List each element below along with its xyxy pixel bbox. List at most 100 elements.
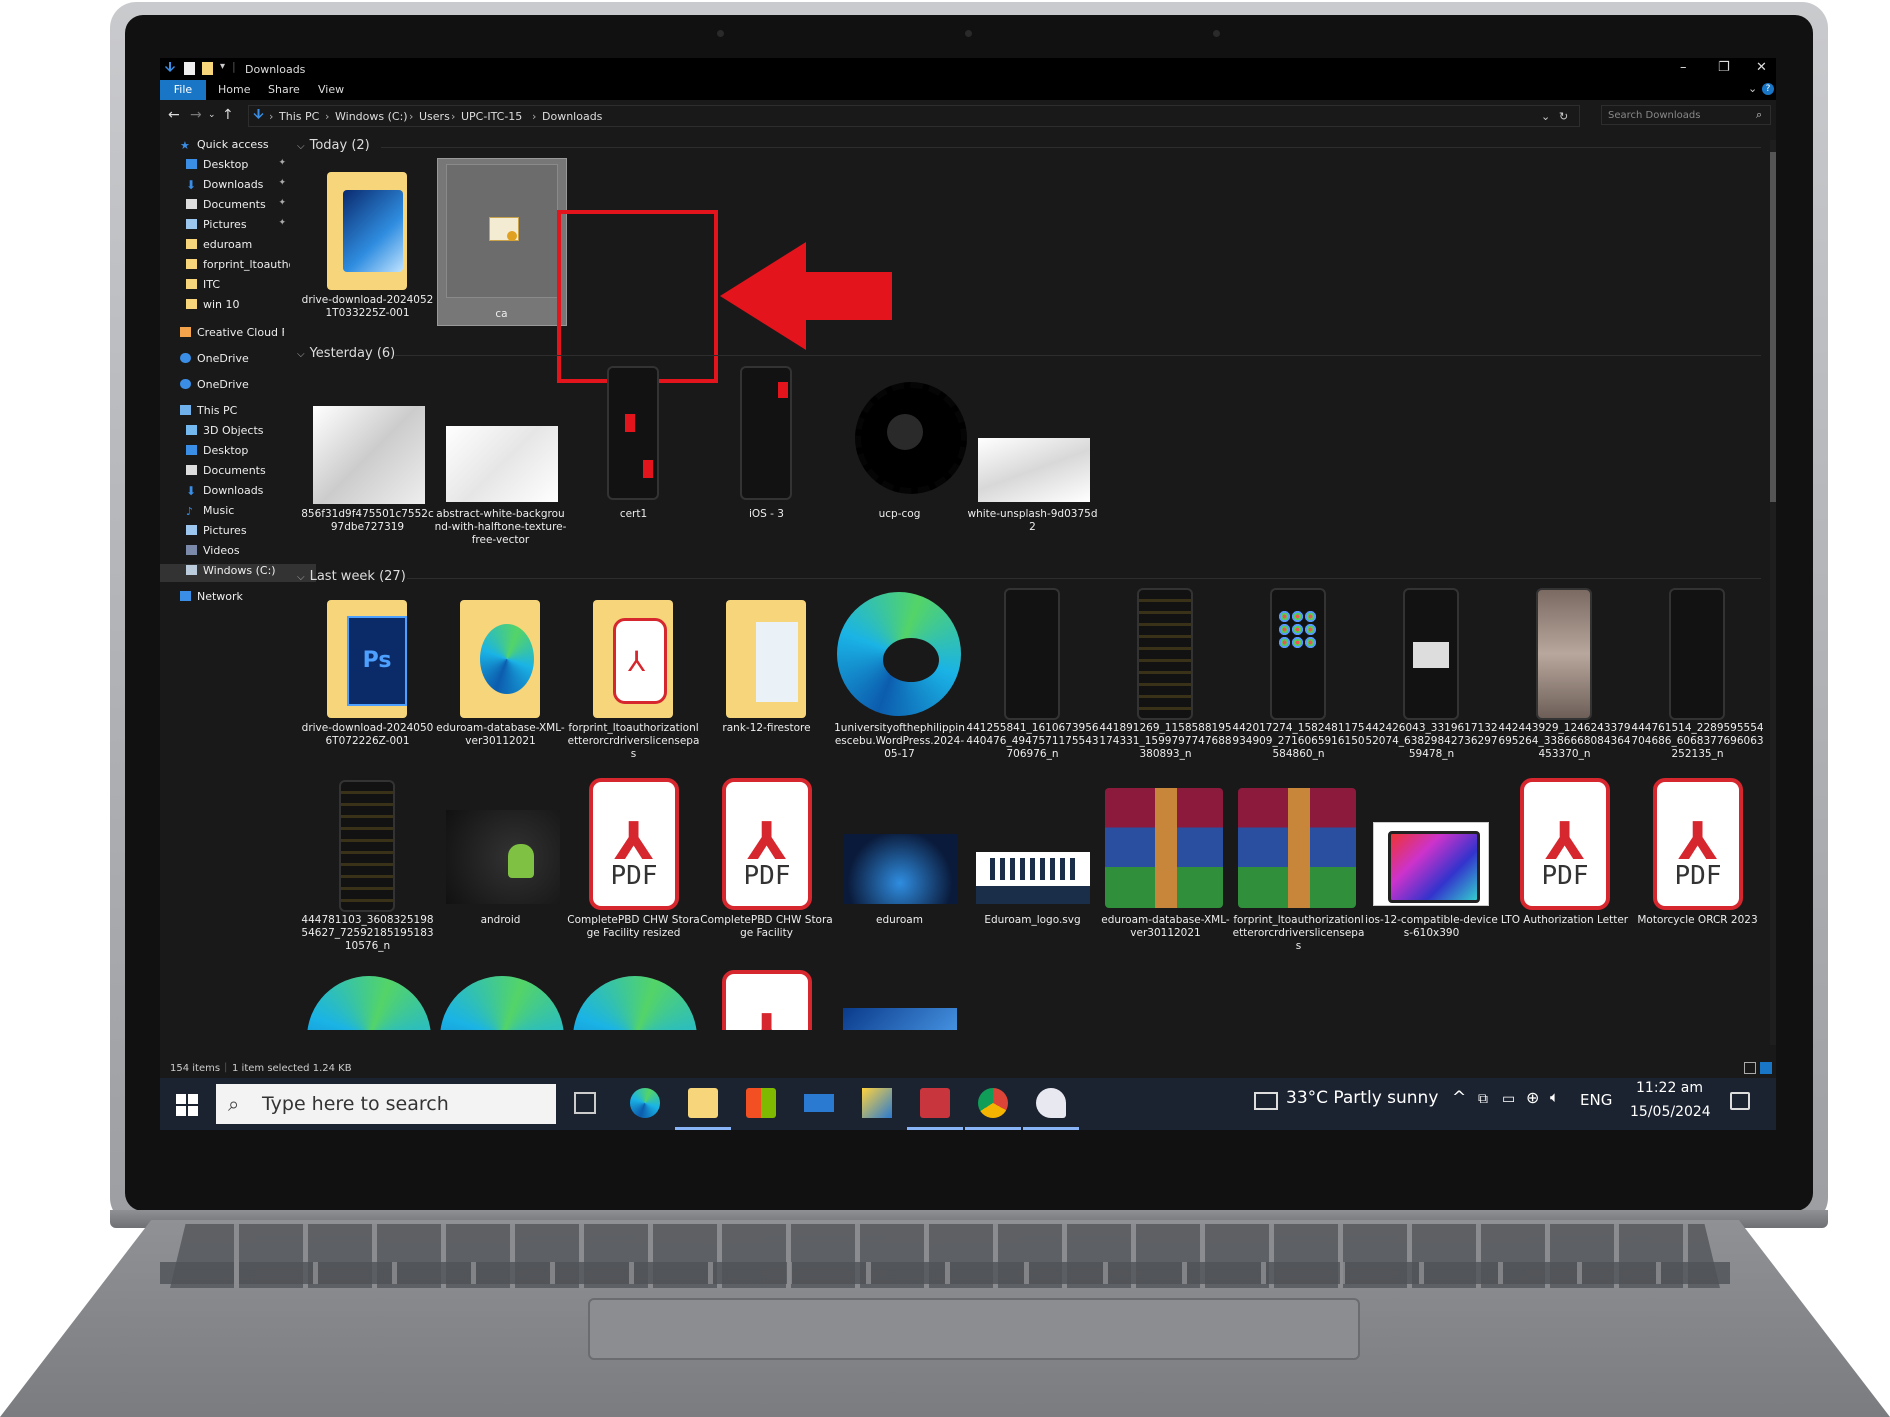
recent-locations-icon[interactable]: ⌄ [208,110,216,120]
address-dropdown-icon[interactable]: ⌄ [1541,110,1550,123]
phone-screenshot-thumbnail [1270,588,1326,720]
sidebar-item-videos[interactable]: Videos [186,544,290,562]
clock-time[interactable]: 11:22 am [1636,1080,1703,1096]
group-divider [407,578,1761,579]
refresh-icon[interactable]: ↻ [1559,110,1568,123]
back-button[interactable]: ← [168,107,180,123]
network-app-icon[interactable] [862,1088,892,1118]
network-icon [180,591,191,601]
minimize-button[interactable]: – [1680,60,1687,75]
properties-icon[interactable] [184,62,195,75]
usb-icon[interactable]: ⧉ [1478,1091,1488,1107]
image-thumbnail [843,834,957,904]
pdf-icon: ⅄ [722,970,812,1030]
sidebar-item-3d-objects[interactable]: 3D Objects [186,424,290,442]
window-title: Downloads [245,63,306,76]
weather-icon[interactable] [1254,1092,1278,1110]
file-label: eduroam-database-XML-ver30112021 [436,722,565,747]
sidebar-item-eduroam[interactable]: eduroam [186,238,290,256]
sidebar-item-music[interactable]: ♪ Music [186,504,290,522]
pdf-icon: ⅄ PDF [1520,778,1610,910]
maximize-button[interactable]: ❐ [1718,60,1730,75]
sidebar-item-desktop-pc[interactable]: Desktop [186,444,290,462]
details-view-icon[interactable] [1744,1062,1756,1074]
sidebar-item-documents-pc[interactable]: Documents [186,464,290,482]
group-header-last-week[interactable]: ⌵ Last week (27) [297,569,406,584]
mail-icon[interactable] [804,1094,834,1112]
quick-access-dropdown-icon[interactable]: ▾ [220,61,225,72]
store-icon[interactable] [746,1088,776,1118]
winrar-icon [1238,788,1356,908]
tab-file[interactable]: File [160,80,206,100]
battery-icon[interactable]: ▭ [1502,1091,1515,1107]
breadcrumb-windows-c[interactable]: Windows (C:) [335,110,408,123]
sidebar-item-quick-access[interactable]: ★ Quick access [180,138,284,156]
file-label: drive-download-20240506T072226Z-001 [301,722,434,747]
up-button[interactable]: ↑ [222,107,234,123]
desktop-icon [186,159,197,169]
tab-view[interactable]: View [318,83,344,96]
snipping-tool-icon[interactable] [1036,1088,1066,1118]
file-label: LTO Authorization Letter [1500,914,1629,926]
sidebar-item-onedrive-2[interactable]: OneDrive [180,378,284,396]
volume-icon[interactable]: 🔈︎ [1550,1088,1559,1106]
file-item-win11-image[interactable] [833,970,966,1030]
forward-button[interactable]: → [190,107,202,123]
edge-icon [837,592,961,716]
sidebar-item-this-pc[interactable]: This PC [180,404,284,422]
drive-icon [186,565,197,575]
taskbar-search-input[interactable]: ⌕ Type here to search [216,1084,556,1124]
sidebar-item-downloads-pc[interactable]: ⬇ Downloads [186,484,290,502]
sidebar-item-downloads[interactable]: ⬇ Downloads ✦ [186,178,290,196]
sidebar-item-documents[interactable]: Documents ✦ [186,198,290,216]
sidebar-item-pictures[interactable]: Pictures ✦ [186,218,290,236]
sidebar-item-onedrive[interactable]: OneDrive [180,352,284,370]
task-view-icon[interactable] [574,1092,596,1114]
file-label: eduroam [876,914,923,926]
sidebar-item-itc[interactable]: ITC [186,278,290,296]
file-item-edge-2[interactable] [434,970,567,1030]
sidebar-item-network[interactable]: Network [180,590,284,608]
file-item-edge-3[interactable] [567,970,700,1030]
tab-share[interactable]: Share [268,83,300,96]
search-input[interactable]: Search Downloads [1601,105,1771,125]
toolbox-icon[interactable] [920,1088,950,1118]
active-app-indicator [965,1127,1021,1130]
sidebar-item-win10[interactable]: win 10 [186,298,290,316]
chrome-icon[interactable] [978,1088,1008,1118]
breadcrumb-users[interactable]: Users [419,110,450,123]
chevron-up-icon[interactable]: ^ [1452,1088,1466,1108]
breadcrumb-user[interactable]: UPC-ITC-15 [461,110,522,123]
bezel-dot [1213,30,1220,37]
new-folder-icon[interactable] [202,62,213,75]
scrollbar-thumb[interactable] [1770,152,1776,502]
sidebar-item-windows-c[interactable]: Windows (C:) [160,564,316,582]
large-icons-view-icon[interactable] [1760,1062,1772,1074]
notification-icon[interactable] [1730,1092,1750,1110]
vertical-scrollbar[interactable] [1770,140,1776,1045]
breadcrumb-this-pc[interactable]: This PC [279,110,319,123]
sidebar-item-desktop[interactable]: Desktop ✦ [186,158,290,176]
group-header-today[interactable]: ⌵ Today (2) [297,138,370,153]
tab-home[interactable]: Home [218,83,250,96]
help-icon[interactable]: ? [1762,83,1774,95]
file-item-edge-1[interactable] [301,970,434,1030]
weather-text[interactable]: 33°C Partly sunny [1286,1088,1438,1108]
edge-icon[interactable] [630,1088,660,1118]
file-item-pdf-partial[interactable]: ⅄ [700,970,833,1030]
sidebar-item-forprint[interactable]: forprint_ltoauthoriz [186,258,290,276]
close-button[interactable]: ✕ [1756,60,1767,75]
windows-start-icon[interactable] [176,1094,198,1116]
expand-ribbon-icon[interactable]: ⌄ [1748,82,1757,95]
clock-date[interactable]: 15/05/2024 [1630,1104,1711,1120]
chevron-down-icon: ⌵ [297,349,305,360]
active-app-indicator [907,1127,963,1130]
sidebar-item-pictures-pc[interactable]: Pictures [186,524,290,542]
group-header-yesterday[interactable]: ⌵ Yesterday (6) [297,346,395,361]
language-indicator[interactable]: ENG [1580,1091,1612,1109]
breadcrumb-downloads[interactable]: Downloads [542,110,602,123]
file-explorer-icon[interactable] [688,1088,718,1118]
sidebar-item-creative-cloud[interactable]: Creative Cloud Files [180,326,284,344]
address-bar[interactable]: › This PC › Windows (C:) › Users › UPC-I… [248,105,1580,127]
globe-icon[interactable]: ⊕ [1526,1088,1539,1107]
